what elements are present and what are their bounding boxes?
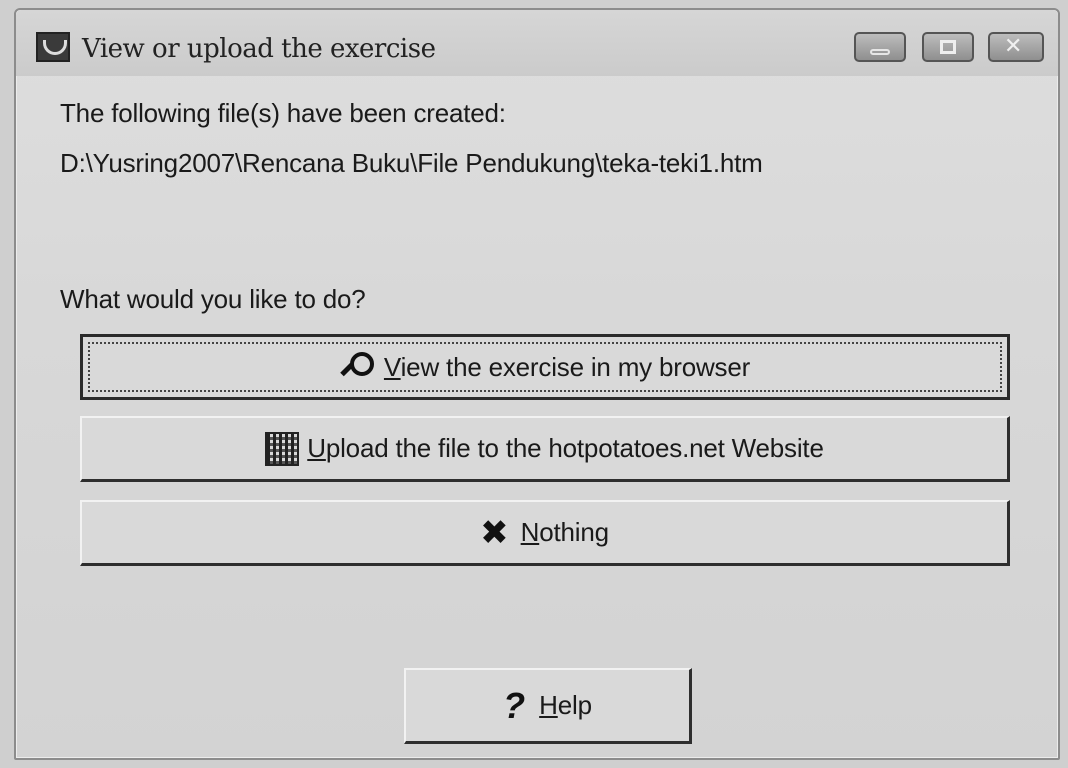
nothing-button-label: Nothing	[520, 517, 609, 547]
file-path: D:\Yusring2007\Rencana Buku\File Penduku…	[60, 148, 763, 178]
nothing-button[interactable]: ✖ Nothing	[80, 500, 1010, 566]
app-icon[interactable]	[36, 32, 70, 62]
maximize-button[interactable]	[922, 32, 974, 62]
window-title: View or upload the exercise	[82, 34, 436, 64]
upload-file-button[interactable]: Upload the file to the hotpotatoes.net W…	[80, 416, 1010, 482]
view-in-browser-button[interactable]: View the exercise in my browser	[80, 334, 1010, 400]
close-button[interactable]: ✕	[988, 32, 1044, 62]
question-text: What would you like to do?	[60, 284, 366, 314]
created-message: The following file(s) have been created:	[60, 98, 506, 128]
upload-button-label: Upload the file to the hotpotatoes.net W…	[307, 433, 824, 463]
minimize-button[interactable]	[854, 32, 906, 62]
title-bar[interactable]: View or upload the exercise ✕	[16, 10, 1058, 76]
question-icon: ?	[503, 684, 526, 726]
upload-web-icon	[265, 431, 300, 466]
focus-rectangle	[88, 342, 1002, 392]
magnifier-icon	[340, 350, 374, 384]
x-mark-icon: ✖	[480, 512, 509, 553]
dialog-window: View or upload the exercise ✕ The follow…	[14, 8, 1060, 760]
help-button-label: Help	[539, 690, 592, 720]
help-button[interactable]: ? Help	[404, 668, 692, 744]
close-icon: ✕	[1004, 34, 1023, 59]
